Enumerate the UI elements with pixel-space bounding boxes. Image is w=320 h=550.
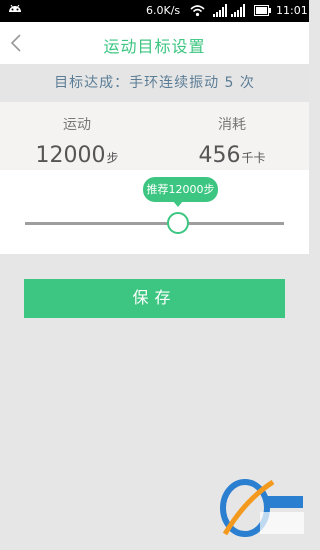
calories-unit: 千卡 xyxy=(241,151,266,165)
save-button[interactable]: 保存 xyxy=(24,279,285,318)
android-icon xyxy=(9,4,21,12)
site-logo-watermark xyxy=(220,479,304,537)
calories-label: 消耗 xyxy=(218,117,246,133)
status-bar: 6.0K/s 11:01 xyxy=(0,0,309,22)
exercise-label: 运动 xyxy=(63,117,91,133)
signal-icon xyxy=(213,4,245,17)
exercise-stat: 运动 12000步 xyxy=(0,102,154,168)
exercise-unit: 步 xyxy=(106,151,119,165)
calories-value: 456 xyxy=(198,143,241,168)
step-goal-slider-area: 推荐12000步 xyxy=(0,170,309,254)
slider-track[interactable] xyxy=(25,222,284,225)
exercise-value: 12000 xyxy=(35,143,106,168)
wifi-icon xyxy=(190,5,205,17)
stats-panel: 运动 12000步 消耗 456千卡 xyxy=(0,102,309,170)
network-rate: 6.0K/s xyxy=(146,4,181,17)
page-title: 运动目标设置 xyxy=(103,37,206,56)
goal-banner: 目标达成：手环连续振动 5 次 xyxy=(0,64,309,102)
battery-icon xyxy=(254,5,271,16)
clock: 11:01 xyxy=(276,4,308,17)
calories-stat: 消耗 456千卡 xyxy=(155,102,309,168)
slider-thumb[interactable] xyxy=(167,212,189,234)
title-bar: 运动目标设置 xyxy=(0,22,309,64)
recommend-tooltip: 推荐12000步 xyxy=(143,177,218,207)
